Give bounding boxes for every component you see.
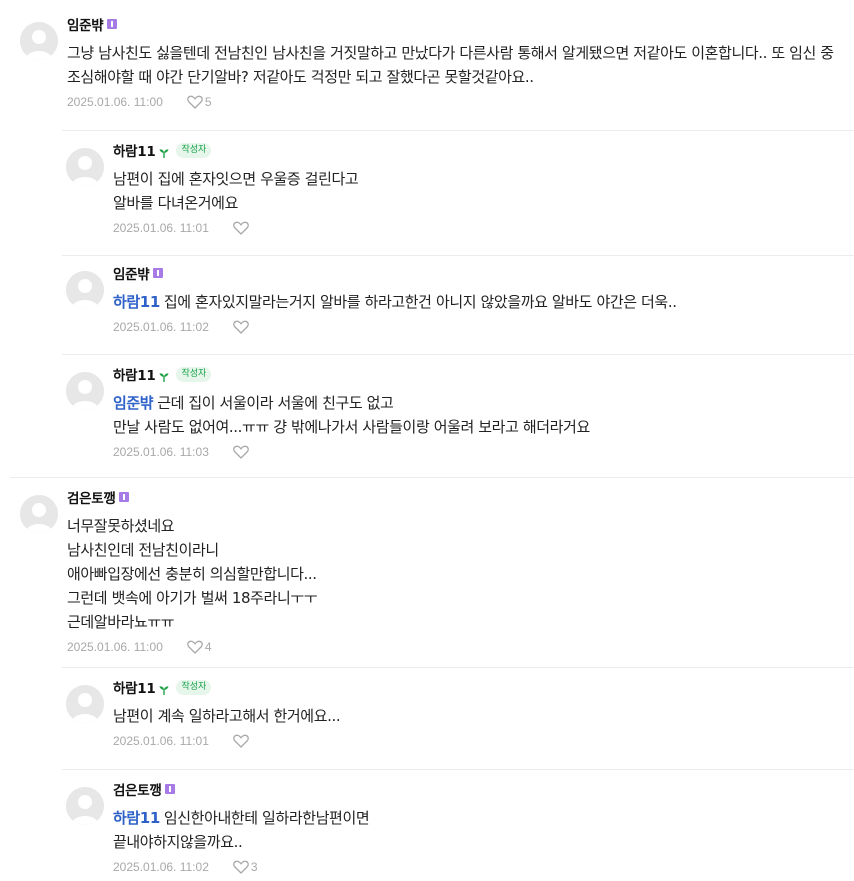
level-badge-icon [107, 19, 118, 29]
nickname[interactable]: 검은토깽 [67, 487, 116, 507]
default-avatar-icon [66, 271, 104, 309]
comment-header: 하람11 작성자 [113, 140, 844, 160]
heart-outline-icon [187, 95, 203, 109]
comment-content: 그냥 남사친도 싫을텐데 전남친인 남사친을 거짓말하고 만났다가 다른사람 통… [67, 44, 834, 86]
level-badge-icon [165, 784, 176, 794]
comment-text: 그냥 남사친도 싫을텐데 전남친인 남사친을 거짓말하고 만났다가 다른사람 통… [67, 41, 844, 89]
avatar[interactable] [66, 271, 104, 309]
comment-date: 2025.01.06. 11:00 [67, 95, 163, 109]
avatar[interactable] [66, 685, 104, 723]
comment-meta: 2025.01.06. 11:02 [113, 320, 844, 334]
comment-body: 임준뱎그냥 남사친도 싫을텐데 전남친인 남사친을 거짓말하고 만났다가 다른사… [67, 14, 844, 109]
comment-date: 2025.01.06. 11:01 [113, 734, 209, 748]
heart-outline-icon [233, 860, 249, 874]
nickname[interactable]: 검은토깽 [113, 779, 162, 799]
comment-header: 검은토깽 [67, 487, 844, 507]
comment-body: 하람11 작성자임준뱎 근데 집이 서울이라 서울에 친구도 없고 만날 사람도 없… [113, 364, 844, 459]
comment-meta: 2025.01.06. 11:00 5 [67, 95, 844, 109]
sprout-icon [158, 144, 170, 158]
like-count: 4 [204, 640, 212, 654]
author-badge: 작성자 [176, 142, 212, 158]
comment-divider [62, 255, 854, 256]
default-avatar-icon [20, 495, 58, 533]
comment-text: 하람11 임신한아내한테 일하라한남편이면 끝내야하지않을까요.. [113, 806, 844, 854]
like-button[interactable] [233, 320, 249, 334]
level-badge-icon [119, 492, 130, 502]
comment-header: 하람11 작성자 [113, 677, 844, 697]
mention-link[interactable]: 임준뱎 [113, 394, 154, 412]
nickname[interactable]: 임준뱎 [67, 14, 104, 34]
like-button[interactable]: 5 [187, 95, 212, 109]
default-avatar-icon [20, 22, 58, 60]
comment-text: 하람11 집에 혼자있지말라는거지 알바를 하라고한건 아니지 않았을까요 알바도… [113, 290, 844, 314]
like-button[interactable]: 3 [233, 860, 258, 874]
nickname[interactable]: 하람11 [113, 140, 156, 160]
comment-text: 너무잘못하셨네요 남사친인데 전남친이라니 애아빠입장에선 충분히 의심할만합니… [67, 514, 844, 634]
mention-link[interactable]: 하람11 [113, 293, 160, 311]
comment-content: 너무잘못하셨네요 남사친인데 전남친이라니 애아빠입장에선 충분히 의심할만합니… [67, 517, 318, 631]
comment-divider [62, 769, 854, 770]
author-badge: 작성자 [176, 679, 212, 695]
heart-outline-icon [233, 320, 249, 334]
author-badge: 작성자 [176, 366, 212, 382]
like-button[interactable]: 4 [187, 640, 212, 654]
comment-content: 남편이 집에 혼자잇으면 우울증 걸린다고 알바를 다녀온거에요 [113, 170, 359, 212]
heart-outline-icon [187, 640, 203, 654]
like-count: 3 [250, 860, 258, 874]
comment-thread: 임준뱎그냥 남사친도 싫을텐데 전남친인 남사친을 거짓말하고 만났다가 다른사… [0, 0, 854, 881]
comment-body: 검은토깽너무잘못하셨네요 남사친인데 전남친이라니 애아빠입장에선 충분히 의심… [67, 487, 844, 654]
comment-meta: 2025.01.06. 11:02 3 [113, 860, 844, 874]
comment-meta: 2025.01.06. 11:00 4 [67, 640, 844, 654]
default-avatar-icon [66, 787, 104, 825]
default-avatar-icon [66, 372, 104, 410]
comment-content: 집에 혼자있지말라는거지 알바를 하라고한건 아니지 않았을까요 알바도 야간은… [163, 293, 677, 311]
like-count: 5 [204, 95, 212, 109]
like-button[interactable] [233, 734, 249, 748]
nickname[interactable]: 하람11 [113, 364, 156, 384]
like-button[interactable] [233, 221, 249, 235]
comment-divider [10, 477, 854, 478]
comment-divider [62, 354, 854, 355]
comment-body: 하람11 작성자남편이 집에 혼자잇으면 우울증 걸린다고 알바를 다녀온거에요 2… [113, 140, 844, 235]
comment-meta: 2025.01.06. 11:01 [113, 221, 844, 235]
avatar[interactable] [66, 787, 104, 825]
comment-date: 2025.01.06. 11:02 [113, 320, 209, 334]
comment-date: 2025.01.06. 11:00 [67, 640, 163, 654]
sprout-icon [158, 681, 170, 695]
comment-date: 2025.01.06. 11:03 [113, 445, 209, 459]
sprout-icon [158, 368, 170, 382]
nickname[interactable]: 임준뱎 [113, 263, 150, 283]
comment-header: 하람11 작성자 [113, 364, 844, 384]
comment-date: 2025.01.06. 11:02 [113, 860, 209, 874]
comment-text: 남편이 계속 일하라고해서 한거에요... [113, 704, 844, 728]
avatar[interactable] [20, 495, 58, 533]
comment-header: 임준뱎 [113, 263, 844, 283]
mention-link[interactable]: 하람11 [113, 809, 160, 827]
comment-content: 남편이 계속 일하라고해서 한거에요... [113, 707, 341, 725]
level-badge-icon [153, 268, 164, 278]
comment-content: 근데 집이 서울이라 서울에 친구도 없고 만날 사람도 없어여...ㅠㅠ 걍 … [113, 394, 590, 436]
heart-outline-icon [233, 221, 249, 235]
like-button[interactable] [233, 445, 249, 459]
comment-header: 임준뱎 [67, 14, 844, 34]
comment-date: 2025.01.06. 11:01 [113, 221, 209, 235]
comment-divider [62, 667, 854, 668]
nickname[interactable]: 하람11 [113, 677, 156, 697]
comment-body: 임준뱎하람11 집에 혼자있지말라는거지 알바를 하라고한건 아니지 않았을까요 … [113, 263, 844, 334]
default-avatar-icon [66, 148, 104, 186]
heart-outline-icon [233, 445, 249, 459]
comment-body: 검은토깽하람11 임신한아내한테 일하라한남편이면 끝내야하지않을까요.. 2025… [113, 779, 844, 874]
comment-meta: 2025.01.06. 11:03 [113, 445, 844, 459]
comment-meta: 2025.01.06. 11:01 [113, 734, 844, 748]
comment-header: 검은토깽 [113, 779, 844, 799]
avatar[interactable] [20, 22, 58, 60]
default-avatar-icon [66, 685, 104, 723]
heart-outline-icon [233, 734, 249, 748]
comment-divider [62, 130, 854, 131]
comment-text: 임준뱎 근데 집이 서울이라 서울에 친구도 없고 만날 사람도 없어여...ㅠㅠ… [113, 391, 844, 439]
avatar[interactable] [66, 148, 104, 186]
comment-text: 남편이 집에 혼자잇으면 우울증 걸린다고 알바를 다녀온거에요 [113, 167, 844, 215]
comment-body: 하람11 작성자남편이 계속 일하라고해서 한거에요... 2025.01.06. … [113, 677, 844, 748]
avatar[interactable] [66, 372, 104, 410]
